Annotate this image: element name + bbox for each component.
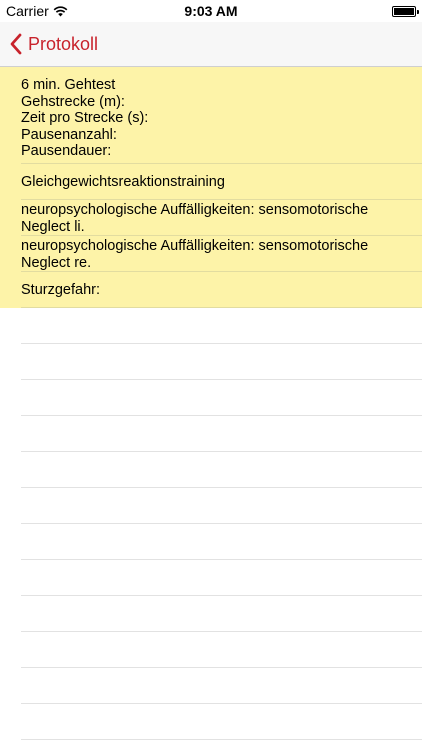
empty-row [0, 308, 422, 344]
empty-row [0, 524, 422, 560]
clock: 9:03 AM [184, 3, 238, 19]
empty-row [0, 632, 422, 668]
row-text: neuropsychologische Auffälligkeiten: sen… [21, 202, 369, 218]
list-item[interactable]: Sturzgefahr: [0, 272, 422, 308]
navigation-bar: Protokoll [0, 22, 422, 67]
empty-row [0, 668, 422, 704]
row-text: Gehstrecke (m): [21, 93, 125, 110]
back-button[interactable]: Protokoll [10, 22, 98, 66]
list-item[interactable]: neuropsychologische Auffälligkeiten: sen… [0, 236, 422, 272]
list-item[interactable]: Gleichgewichtsreaktionstraining [0, 164, 422, 200]
row-text: Sturzgefahr: [21, 282, 100, 298]
row-text: Zeit pro Strecke (s): [21, 110, 149, 126]
row-text: neuropsychologische Auffälligkeiten: sen… [21, 238, 369, 254]
back-button-label: Protokoll [28, 33, 99, 54]
row-text: Neglect re. [21, 254, 92, 271]
empty-row [0, 380, 422, 416]
empty-row [0, 596, 422, 632]
row-text: Pausendauer: [21, 143, 112, 159]
empty-row [0, 344, 422, 380]
empty-row [0, 416, 422, 452]
row-text: Gleichgewichtsreaktionstraining [21, 174, 225, 190]
list-item[interactable]: 6 min. Gehtest Gehstrecke (m): Zeit pro … [0, 67, 422, 164]
status-bar: Carrier 9:03 AM [0, 0, 422, 22]
row-text: Pausenanzahl: [21, 126, 117, 143]
row-text: Neglect li. [21, 218, 85, 235]
battery-icon [392, 6, 419, 17]
protocol-list: 6 min. Gehtest Gehstrecke (m): Zeit pro … [0, 67, 422, 740]
chevron-left-icon [10, 33, 22, 55]
row-text: 6 min. Gehtest [21, 77, 116, 93]
empty-row [0, 488, 422, 524]
list-item[interactable]: neuropsychologische Auffälligkeiten: sen… [0, 200, 422, 236]
empty-row [0, 704, 422, 740]
empty-row [0, 560, 422, 596]
empty-row [0, 452, 422, 488]
